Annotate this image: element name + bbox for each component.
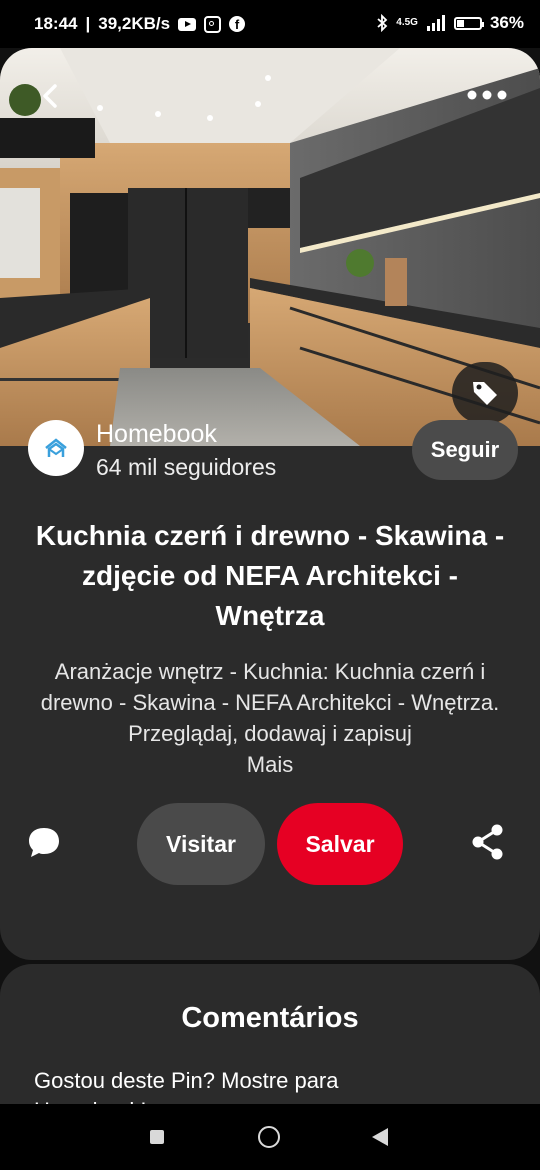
pin-card: Homebook 64 mil seguidores Seguir Kuchni… xyxy=(0,48,540,960)
pin-title: Kuchnia czerń i drewno - Skawina - zdjęc… xyxy=(35,520,505,631)
back-button[interactable] xyxy=(30,76,70,116)
network-type: 4.5G xyxy=(396,17,418,28)
profile-followers: 64 mil seguidores xyxy=(96,454,277,480)
pin-image[interactable] xyxy=(0,48,540,446)
signal-icon xyxy=(426,15,445,31)
more-link[interactable]: Mais xyxy=(0,752,540,778)
status-separator: | xyxy=(85,14,91,33)
share-icon xyxy=(472,824,503,860)
save-button[interactable]: Salvar xyxy=(277,803,403,885)
more-options-button[interactable] xyxy=(462,80,512,110)
tag-button[interactable] xyxy=(452,362,518,424)
comments-title: Comentários xyxy=(181,1002,359,1034)
more-icon xyxy=(467,90,507,100)
status-speed: 39,2KB/s xyxy=(98,14,171,33)
profile-avatar[interactable] xyxy=(28,420,84,476)
tag-icon xyxy=(473,382,497,405)
pin-description: Aranżacje wnętrz - Kuchnia: Kuchnia czer… xyxy=(40,659,500,746)
facebook-icon: f xyxy=(229,16,246,32)
home-button[interactable] xyxy=(258,1126,280,1148)
recent-apps-button[interactable] xyxy=(150,1130,164,1144)
youtube-icon xyxy=(178,17,197,31)
back-icon xyxy=(43,84,57,108)
battery-icon xyxy=(453,16,484,30)
comment-icon xyxy=(29,828,59,857)
visit-button[interactable]: Visitar xyxy=(137,803,265,885)
share-button[interactable] xyxy=(468,822,508,862)
bluetooth-icon xyxy=(377,14,388,32)
instagram-icon xyxy=(204,15,222,33)
homebook-logo-icon xyxy=(45,438,67,457)
status-time: 18:44 xyxy=(34,14,78,33)
status-bar-right: 4.5G 36% xyxy=(376,13,524,33)
battery-percent: 36% xyxy=(489,13,524,32)
comment-button[interactable] xyxy=(24,822,64,862)
follow-button[interactable]: Seguir xyxy=(412,420,518,480)
system-back-button[interactable] xyxy=(372,1128,388,1146)
status-bar-left: 18:44 | 39,2KB/s f xyxy=(34,14,246,34)
status-bar: 18:44 | 39,2KB/s f 4.5G 36% xyxy=(0,0,540,48)
profile-name[interactable]: Homebook xyxy=(96,420,217,449)
